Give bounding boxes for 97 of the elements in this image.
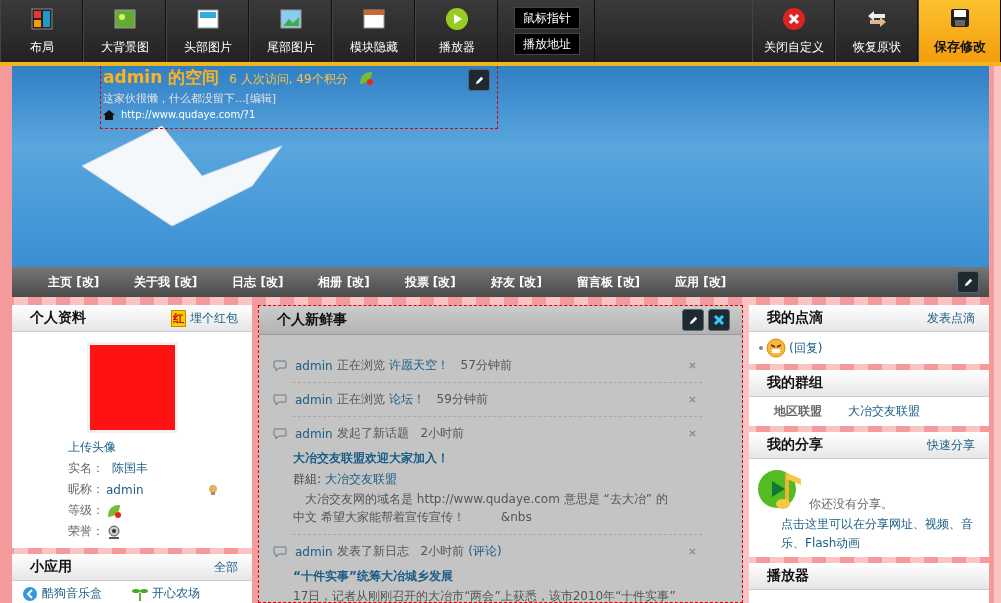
edit-button[interactable] [682, 309, 704, 331]
pencil-icon [687, 314, 699, 326]
real-name-link[interactable]: 陈国丰 [112, 460, 148, 477]
feed-title-link[interactable]: 大冶交友联盟欢迎大家加入！ [293, 450, 702, 467]
play-icon [444, 6, 469, 31]
image-icon [195, 6, 220, 31]
toolbar-button[interactable]: 模块隐藏 [332, 0, 415, 62]
edit-button[interactable] [468, 69, 490, 91]
panel-title: 我的群组 [767, 374, 823, 392]
panel-title: 我的点滴 [767, 309, 823, 327]
close-icon [689, 396, 696, 403]
reply-link[interactable]: (回复) [789, 339, 823, 357]
app-link[interactable]: 开心农场 [132, 585, 200, 602]
image-icon [112, 6, 137, 31]
user-link[interactable]: admin [295, 544, 333, 559]
no-share-text: 你还没有分享。 [809, 496, 893, 513]
nav-link[interactable]: 投票 [改] [398, 273, 462, 291]
group-label: 群組: [293, 472, 322, 486]
space-title: admin 的空间 [103, 66, 220, 89]
image-icon [278, 6, 303, 31]
post-doing-link[interactable]: 发表点滴 [927, 309, 975, 327]
toolbar-button[interactable]: 大背景图 [83, 0, 166, 62]
upload-avatar-link[interactable]: 上传头像 [68, 439, 252, 456]
user-link[interactable]: admin [295, 392, 333, 407]
group-link[interactable]: 大冶交友联盟 [848, 403, 920, 420]
window-icon [361, 6, 386, 31]
close-icon [689, 362, 696, 369]
group-category: 地区联盟 [774, 403, 822, 420]
nav-link[interactable]: 日志 [改] [226, 273, 290, 291]
close-icon [689, 548, 696, 555]
feed-time: 57分钟前 [460, 357, 512, 374]
feed-action: 正在浏览 [336, 357, 385, 374]
feed-target-link[interactable]: 许愿天空！ [388, 357, 449, 374]
toolbar-button[interactable]: 播放器 [415, 0, 498, 62]
pencil-icon [473, 74, 485, 86]
toolbar-small-button[interactable]: 播放地址 [514, 33, 580, 55]
pencil-icon [962, 276, 974, 288]
feed-target-link[interactable]: 论坛！ [388, 391, 425, 408]
panel-title: 我的分享 [767, 436, 823, 454]
field-label: 荣誉： [68, 523, 104, 540]
bulb-icon [208, 483, 218, 496]
panel-title: 个人新鲜事 [277, 311, 347, 329]
app-link[interactable]: 酷狗音乐盒 [22, 585, 102, 602]
feed-excerpt: 大冶交友网的域名是 http://www.qudaye.com 意思是 “去大冶” 的中文 希望大家能帮着宣传宣传！ &nbs [293, 491, 669, 526]
toolbar-button[interactable]: 关闭自定义 [752, 0, 835, 62]
nav-link[interactable]: 应用 [改] [669, 273, 733, 291]
close-icon [713, 314, 725, 326]
nav-link[interactable]: 主页 [改] [42, 273, 106, 291]
field-label: 实名： [68, 460, 104, 477]
group-link[interactable]: 大冶交友联盟 [324, 472, 397, 486]
angry-face-icon [766, 338, 786, 358]
comment-link[interactable]: (评论) [468, 543, 502, 560]
visit-stats: 6 人次访问, 49个积分 [229, 71, 348, 88]
field-label: 等级： [68, 502, 104, 519]
all-apps-link[interactable]: 全部 [214, 558, 238, 576]
webcam-icon [106, 523, 122, 540]
leaf-icon [357, 69, 374, 86]
speech-bubble-icon [273, 545, 287, 558]
feed-title-link[interactable]: “十件实事”统筹大冶城乡发展 [293, 568, 702, 585]
feed-action: 正在浏览 [336, 391, 385, 408]
gift-badge: 红 [171, 309, 186, 327]
user-link[interactable]: admin [295, 358, 333, 373]
home-icon [103, 109, 115, 120]
nav-link[interactable]: 留言板 [改] [570, 273, 647, 291]
feed-time: 2小时前 [420, 543, 465, 560]
toolbar-button[interactable]: 头部图片 [166, 0, 249, 62]
nickname-value: admin [106, 482, 145, 497]
panel-title: 小应用 [30, 558, 72, 576]
edit-button[interactable] [957, 271, 979, 293]
layout-icon [29, 6, 54, 31]
toolbar-small-button[interactable]: 鼠标指针 [514, 7, 580, 29]
nav-link[interactable]: 关于我 [改] [128, 273, 204, 291]
user-link[interactable]: admin [295, 426, 333, 441]
toolbar-button[interactable]: 尾部图片 [249, 0, 332, 62]
speech-bubble-icon [273, 393, 287, 406]
feed-time: 59分钟前 [436, 391, 488, 408]
share-link[interactable]: 点击这里可以在分享网址、视频、音乐、Flash动画 [781, 515, 981, 553]
quick-share-link[interactable]: 快速分享 [927, 436, 975, 454]
save-button[interactable]: 保存修改 [918, 0, 1001, 62]
feed-excerpt: 17日，记者从刚刚召开的大冶市“两会”上获悉，该市2010年“十件实事” [293, 588, 677, 602]
nav-link[interactable]: 相册 [改] [312, 273, 376, 291]
panel-title: 个人资料 [30, 309, 86, 327]
feed-action: 发表了新日志 [336, 543, 409, 560]
gift-link[interactable]: 埋个红包 [190, 309, 238, 327]
panel-title: 播放器 [767, 567, 809, 585]
speech-bubble-icon [273, 359, 287, 372]
toolbar-button[interactable]: 布局 [0, 0, 83, 62]
close-icon [781, 6, 806, 31]
motto-text: 这家伙很懒，什么都没留下... [103, 92, 246, 105]
leaf-icon [106, 502, 122, 519]
speech-bubble-icon [273, 427, 287, 440]
nav-link[interactable]: 好友 [改] [484, 273, 548, 291]
feed-time: 2小时前 [420, 425, 465, 442]
field-label: 昵称： [68, 481, 104, 498]
feed-action: 发起了新话题 [336, 425, 409, 442]
close-icon [689, 430, 696, 437]
close-button[interactable] [708, 309, 730, 331]
